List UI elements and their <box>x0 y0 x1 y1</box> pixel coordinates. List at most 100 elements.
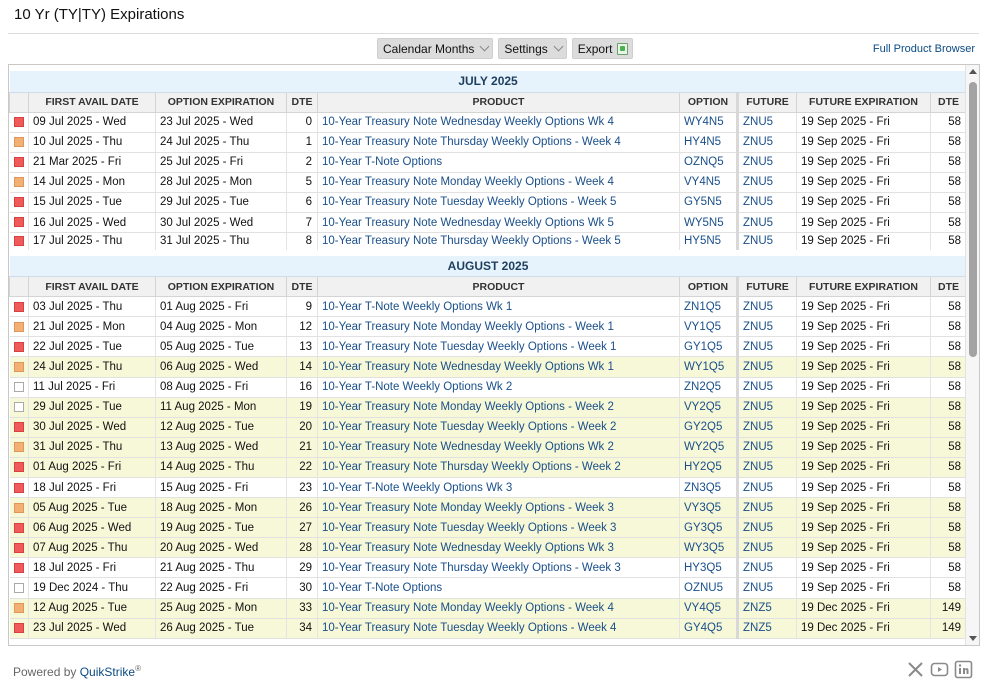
option-code-link[interactable]: HY5N5 <box>679 232 738 254</box>
option-code-link[interactable]: GY5N5 <box>679 192 738 213</box>
table-row[interactable]: 29 Jul 2025 - Tue 11 Aug 2025 - Mon 19 10-Y… <box>9 397 966 418</box>
product-link[interactable]: 10-Year Treasury Note Wednesday Weekly O… <box>317 537 680 559</box>
quikstrike-link[interactable]: QuikStrike <box>80 665 135 679</box>
future-code-link[interactable]: ZNU5 <box>736 557 797 579</box>
future-code-link[interactable]: ZNU5 <box>736 356 797 378</box>
table-row[interactable]: 21 Jul 2025 - Mon 04 Aug 2025 - Mon 12 10-Y… <box>9 316 966 338</box>
future-code-link[interactable]: ZNU5 <box>736 397 797 418</box>
future-code-link[interactable]: ZNU5 <box>736 497 797 519</box>
settings-dropdown[interactable]: Settings <box>498 38 567 59</box>
table-row[interactable]: 18 Jul 2025 - Fri 21 Aug 2025 - Thu 29 10-Y… <box>9 557 966 579</box>
col-header-marker[interactable] <box>9 91 29 113</box>
future-code-link[interactable]: ZNU5 <box>736 517 797 539</box>
product-link[interactable]: 10-Year Treasury Note Monday Weekly Opti… <box>317 598 680 619</box>
col-header-first-avail-date[interactable]: FIRST AVAIL DATE <box>28 91 156 113</box>
table-row[interactable]: 31 Jul 2025 - Thu 13 Aug 2025 - Wed 21 10-Y… <box>9 437 966 458</box>
product-link[interactable]: 10-Year Treasury Note Thursday Weekly Op… <box>317 557 680 579</box>
future-code-link[interactable]: ZNU5 <box>736 537 797 559</box>
col-header-dte[interactable]: DTE <box>286 91 318 113</box>
option-code-link[interactable]: WY1Q5 <box>679 356 738 378</box>
product-link[interactable]: 10-Year Treasury Note Wednesday Weekly O… <box>317 437 680 458</box>
col-header-future-expiration[interactable]: FUTURE EXPIRATION <box>796 276 931 298</box>
table-row[interactable]: 23 Jul 2025 - Wed 26 Aug 2025 - Tue 34 10-Y… <box>9 618 966 639</box>
full-product-browser-link[interactable]: Full Product Browser <box>873 43 975 55</box>
option-code-link[interactable]: ZN1Q5 <box>679 296 738 318</box>
table-row[interactable]: 07 Aug 2025 - Thu 20 Aug 2025 - Wed 28 10-Y… <box>9 537 966 559</box>
future-code-link[interactable]: ZNU5 <box>736 212 797 234</box>
export-button[interactable]: Export <box>571 38 634 59</box>
future-code-link[interactable]: ZNU5 <box>736 152 797 173</box>
product-link[interactable]: 10-Year Treasury Note Tuesday Weekly Opt… <box>317 192 680 213</box>
col-header-future-dte[interactable]: DTE <box>929 276 966 298</box>
product-link[interactable]: 10-Year Treasury Note Tuesday Weekly Opt… <box>317 618 680 639</box>
option-code-link[interactable]: HY3Q5 <box>679 557 738 579</box>
col-header-future-expiration[interactable]: FUTURE EXPIRATION <box>796 91 931 113</box>
option-code-link[interactable]: WY3Q5 <box>679 537 738 559</box>
future-code-link[interactable]: ZNU5 <box>736 477 797 499</box>
col-header-dte[interactable]: DTE <box>286 276 318 298</box>
future-code-link[interactable]: ZNU5 <box>736 316 797 338</box>
product-link[interactable]: 10-Year Treasury Note Monday Weekly Opti… <box>317 172 680 193</box>
product-link[interactable]: 10-Year Treasury Note Monday Weekly Opti… <box>317 316 680 338</box>
product-link[interactable]: 10-Year T-Note Weekly Options Wk 2 <box>317 377 680 398</box>
col-header-option[interactable]: OPTION <box>679 91 738 113</box>
option-code-link[interactable]: WY5N5 <box>679 212 738 234</box>
col-header-product[interactable]: PRODUCT <box>317 91 680 113</box>
col-header-option-expiration[interactable]: OPTION EXPIRATION <box>155 276 287 298</box>
col-header-product[interactable]: PRODUCT <box>317 276 680 298</box>
table-row[interactable]: 05 Aug 2025 - Tue 18 Aug 2025 - Mon 26 10-Y… <box>9 497 966 519</box>
option-code-link[interactable]: HY4N5 <box>679 132 738 153</box>
product-link[interactable]: 10-Year T-Note Weekly Options Wk 3 <box>317 477 680 499</box>
table-row[interactable]: 15 Jul 2025 - Tue 29 Jul 2025 - Tue 6 10-Ye… <box>9 192 966 213</box>
col-header-future-dte[interactable]: DTE <box>929 91 966 113</box>
calendar-months-dropdown[interactable]: Calendar Months <box>377 38 494 59</box>
vertical-scrollbar[interactable] <box>965 65 979 645</box>
col-header-first-avail-date[interactable]: FIRST AVAIL DATE <box>28 276 156 298</box>
option-code-link[interactable]: VY4N5 <box>679 172 738 193</box>
future-code-link[interactable]: ZNU5 <box>736 377 797 398</box>
future-code-link[interactable]: ZNU5 <box>736 232 797 254</box>
future-code-link[interactable]: ZNU5 <box>736 336 797 358</box>
option-code-link[interactable]: VY2Q5 <box>679 397 738 418</box>
product-link[interactable]: 10-Year Treasury Note Wednesday Weekly O… <box>317 112 680 133</box>
linkedin-icon[interactable] <box>954 660 973 679</box>
option-code-link[interactable]: VY3Q5 <box>679 497 738 519</box>
option-code-link[interactable]: GY4Q5 <box>679 618 738 639</box>
col-header-future[interactable]: FUTURE <box>736 276 797 298</box>
table-row[interactable]: 30 Jul 2025 - Wed 12 Aug 2025 - Tue 20 10-Y… <box>9 417 966 438</box>
product-link[interactable]: 10-Year Treasury Note Monday Weekly Opti… <box>317 397 680 418</box>
future-code-link[interactable]: ZNU5 <box>736 112 797 133</box>
table-scroll-area[interactable]: JULY 2025 FIRST AVAIL DATE OPTION EXPIRATI… <box>9 65 966 645</box>
table-row[interactable]: 10 Jul 2025 - Thu 24 Jul 2025 - Thu 1 10-Ye… <box>9 132 966 153</box>
option-code-link[interactable]: GY2Q5 <box>679 417 738 438</box>
future-code-link[interactable]: ZNU5 <box>736 457 797 479</box>
table-row[interactable]: 11 Jul 2025 - Fri 08 Aug 2025 - Fri 16 10-Y… <box>9 377 966 398</box>
table-row[interactable]: 17 Jul 2025 - Thu 31 Jul 2025 - Thu 8 10-Ye… <box>9 232 966 254</box>
product-link[interactable]: 10-Year Treasury Note Monday Weekly Opti… <box>317 497 680 519</box>
table-row[interactable]: 22 Jul 2025 - Tue 05 Aug 2025 - Tue 13 10-Y… <box>9 336 966 358</box>
scroll-down-arrow-icon[interactable] <box>969 636 977 641</box>
product-link[interactable]: 10-Year Treasury Note Thursday Weekly Op… <box>317 457 680 479</box>
table-row[interactable]: 14 Jul 2025 - Mon 28 Jul 2025 - Mon 5 10-Ye… <box>9 172 966 193</box>
col-header-option-expiration[interactable]: OPTION EXPIRATION <box>155 91 287 113</box>
table-row[interactable]: 12 Aug 2025 - Tue 25 Aug 2025 - Mon 33 10-Y… <box>9 598 966 619</box>
product-link[interactable]: 10-Year Treasury Note Tuesday Weekly Opt… <box>317 417 680 438</box>
future-code-link[interactable]: ZNZ5 <box>736 618 797 639</box>
future-code-link[interactable]: ZNU5 <box>736 437 797 458</box>
product-link[interactable]: 10-Year Treasury Note Tuesday Weekly Opt… <box>317 336 680 358</box>
option-code-link[interactable]: WY2Q5 <box>679 437 738 458</box>
option-code-link[interactable]: GY3Q5 <box>679 517 738 539</box>
table-row[interactable]: 19 Dec 2024 - Thu 22 Aug 2025 - Fri 30 10-Y… <box>9 577 966 599</box>
future-code-link[interactable]: ZNU5 <box>736 132 797 153</box>
table-row[interactable]: 03 Jul 2025 - Thu 01 Aug 2025 - Fri 9 10-Ye… <box>9 296 966 318</box>
table-row[interactable]: 18 Jul 2025 - Fri 15 Aug 2025 - Fri 23 10-Y… <box>9 477 966 499</box>
product-link[interactable]: 10-Year Treasury Note Tuesday Weekly Opt… <box>317 517 680 539</box>
option-code-link[interactable]: VY4Q5 <box>679 598 738 619</box>
table-row[interactable]: 16 Jul 2025 - Wed 30 Jul 2025 - Wed 7 10-Ye… <box>9 212 966 234</box>
option-code-link[interactable]: ZN3Q5 <box>679 477 738 499</box>
option-code-link[interactable]: GY1Q5 <box>679 336 738 358</box>
option-code-link[interactable]: WY4N5 <box>679 112 738 133</box>
option-code-link[interactable]: VY1Q5 <box>679 316 738 338</box>
col-header-future[interactable]: FUTURE <box>736 91 797 113</box>
option-code-link[interactable]: HY2Q5 <box>679 457 738 479</box>
